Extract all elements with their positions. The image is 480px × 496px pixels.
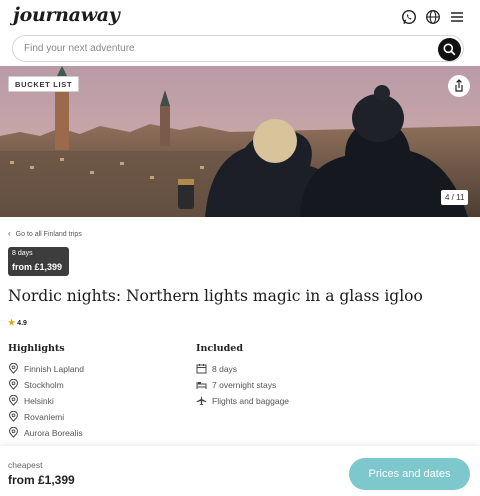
bed-icon — [196, 382, 207, 389]
location-pin-icon — [8, 411, 19, 422]
highlight-label: Finnish Lapland — [24, 364, 85, 374]
trip-title: Nordic nights: Northern lights magic in … — [8, 287, 423, 305]
price-box: 8 days from £1,399 — [8, 247, 69, 276]
included-heading: Included — [196, 343, 243, 354]
star-icon: ★ — [8, 318, 16, 327]
image-counter: 4 / 11 — [441, 190, 469, 205]
location-pin-icon — [8, 395, 19, 406]
whatsapp-icon[interactable] — [401, 9, 417, 25]
menu-icon[interactable] — [449, 9, 465, 25]
prices-and-dates-button[interactable]: Prices and dates — [349, 458, 470, 490]
site-header: journaway — [0, 0, 480, 34]
included-label: 7 overnight stays — [212, 380, 277, 390]
location-pin-icon — [8, 379, 19, 390]
search-button[interactable] — [438, 38, 461, 61]
back-to-trips-link[interactable]: ‹ Go to all Finland trips — [8, 229, 82, 238]
included-label: Flights and baggage — [212, 396, 290, 406]
included-label: 8 days — [212, 364, 238, 374]
highlight-label: Rovaniemi — [24, 412, 65, 422]
search-icon — [443, 43, 456, 56]
rating-value: 4.9 — [17, 320, 27, 327]
globe-icon[interactable] — [425, 9, 441, 25]
search-input[interactable]: Find your next adventure — [24, 43, 135, 54]
highlight-label: Helsinki — [24, 396, 54, 406]
chevron-left-icon: ‹ — [8, 229, 11, 238]
journaway-logo[interactable]: journaway — [13, 4, 120, 26]
plane-icon — [196, 395, 207, 406]
highlight-label: Stockholm — [24, 380, 64, 390]
share-icon — [455, 79, 463, 92]
calendar-icon — [196, 364, 207, 374]
rating: ★ 4.9 — [8, 318, 27, 327]
location-pin-icon — [8, 363, 19, 374]
share-button[interactable] — [448, 75, 470, 97]
price-label: from £1,399 — [12, 262, 63, 272]
highlights-heading: Highlights — [8, 343, 65, 354]
back-link-label: Go to all Finland trips — [15, 231, 82, 238]
cheapest-label: cheapest — [8, 460, 43, 470]
location-pin-icon — [8, 427, 19, 438]
search-bar[interactable]: Find your next adventure — [12, 35, 464, 62]
duration-label: 8 days — [12, 250, 33, 257]
footer-price: from £1,399 — [8, 473, 75, 487]
highlight-label: Aurora Borealis — [24, 428, 83, 438]
bucket-list-badge: BUCKET LIST — [8, 76, 80, 92]
